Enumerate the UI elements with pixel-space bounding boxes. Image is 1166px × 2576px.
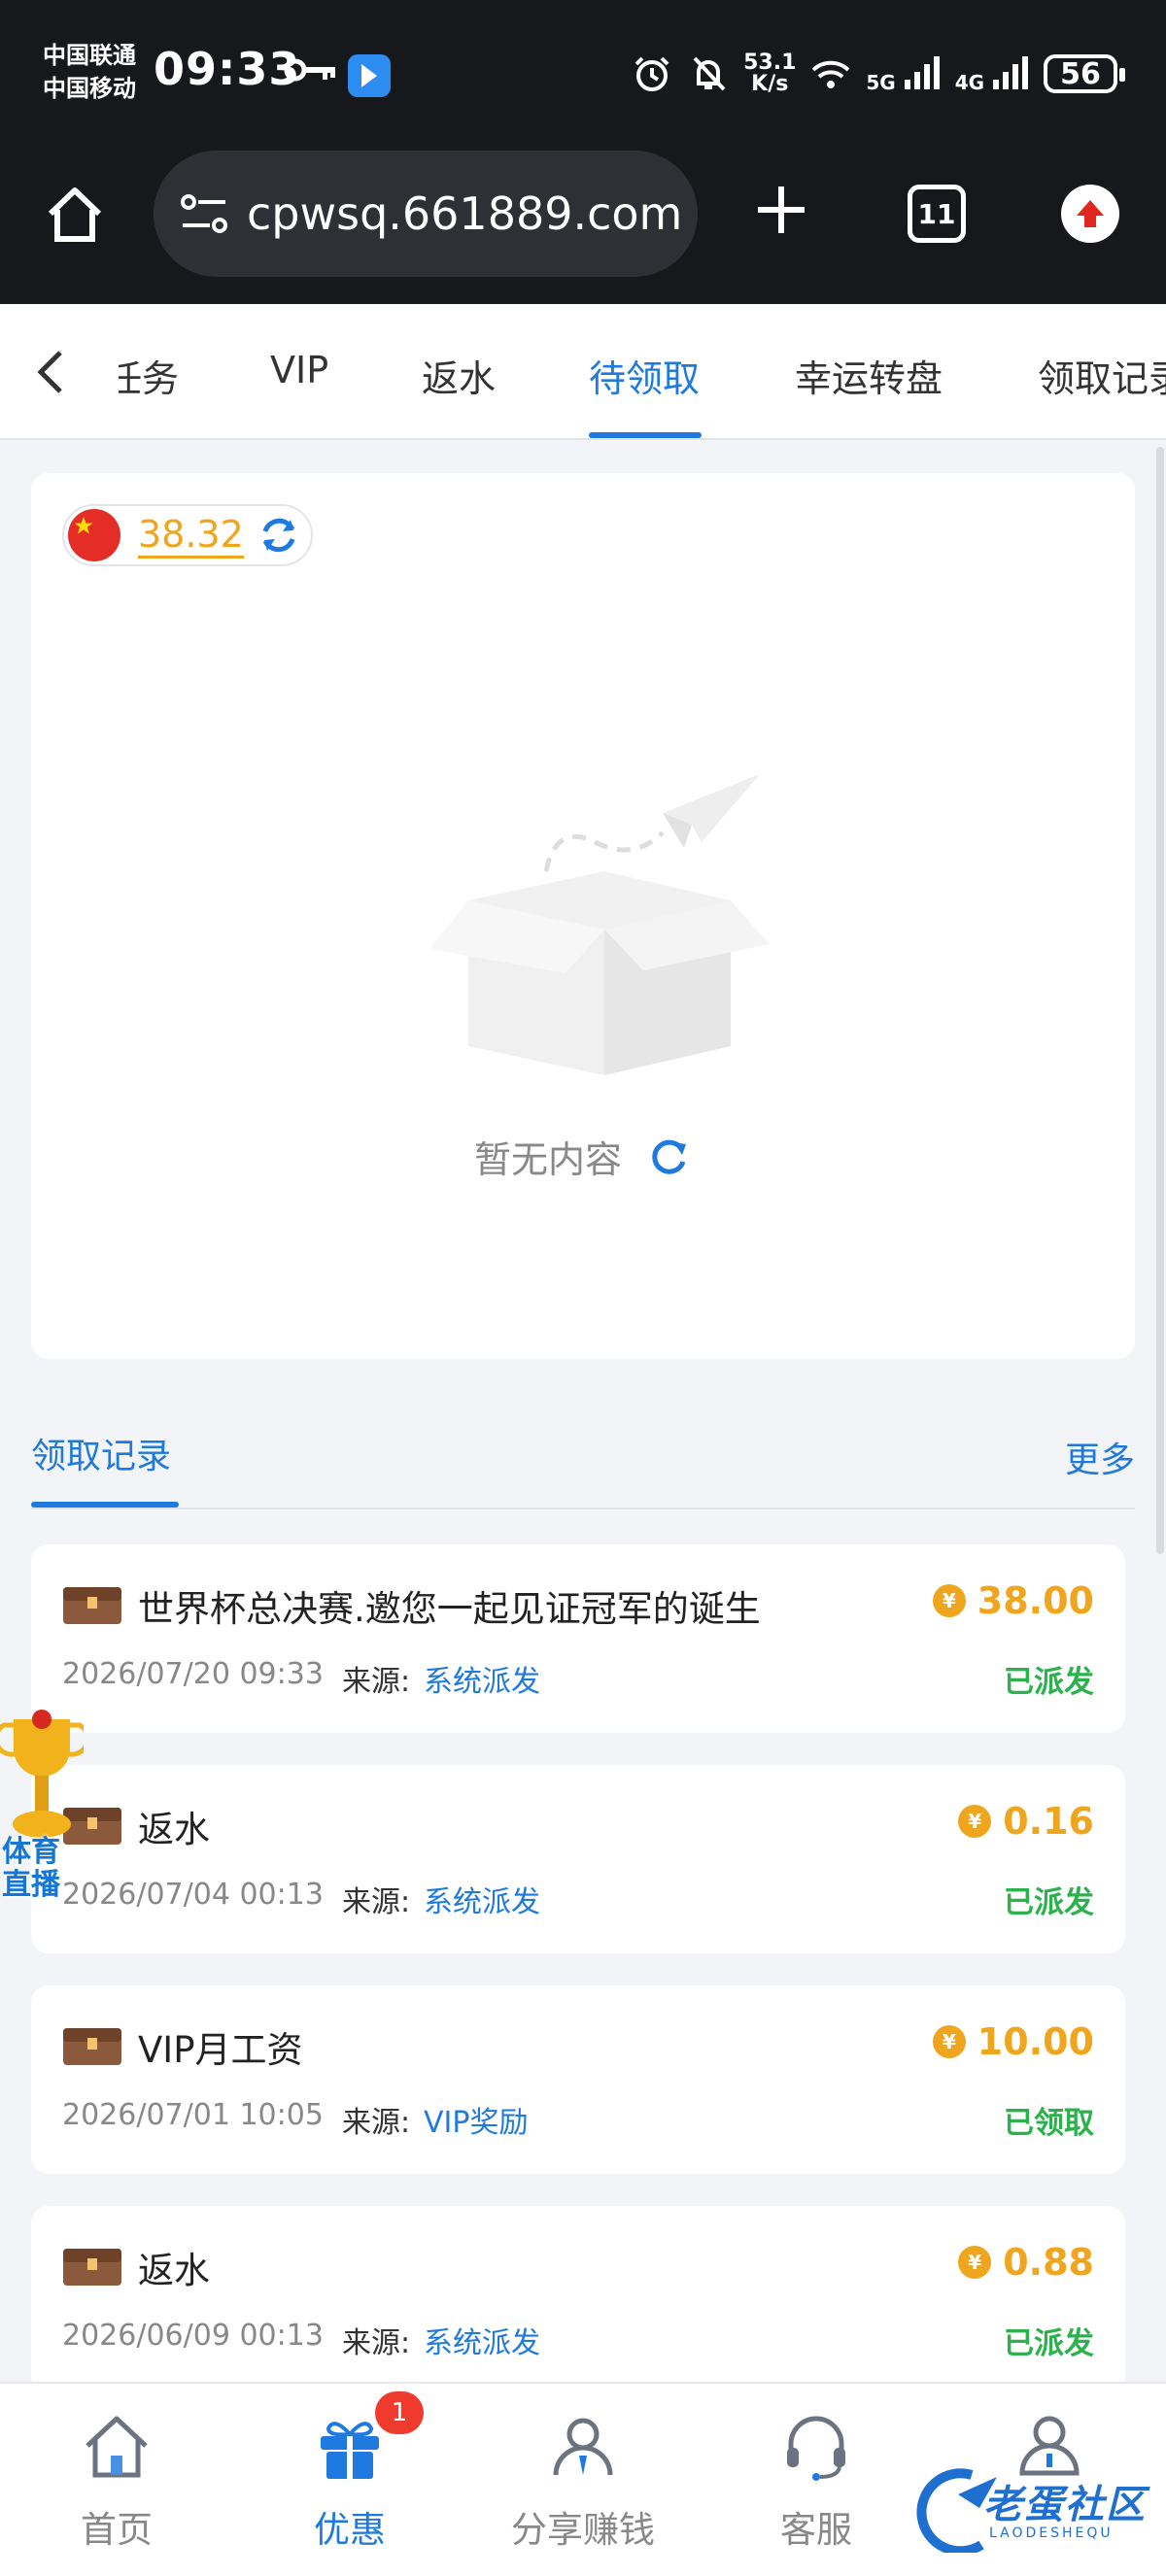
- treasure-chest-icon: [63, 1587, 121, 1624]
- source-label: 来源:: [342, 1665, 411, 1699]
- source-label: 来源:: [342, 2326, 411, 2360]
- record-title: 返水: [138, 2250, 210, 2291]
- alarm-icon: [634, 56, 669, 91]
- record-date: 2026/07/01 10:05: [62, 2098, 324, 2132]
- share-user-icon: [553, 2418, 613, 2476]
- status-icons: 53.1 K/s 5G 4G 56: [631, 47, 1125, 101]
- url-text: cpwsq.661889.com: [247, 187, 683, 240]
- record-status: 已派发: [1004, 2326, 1094, 2361]
- promo-badge: 1: [375, 2391, 424, 2434]
- record-item[interactable]: 世界杯总决赛.邀您一起见证冠军的诞生 ¥38.00 2026/07/20 09:…: [31, 1544, 1125, 1733]
- empty-box-illustration: [429, 774, 770, 1075]
- carrier-info: 中国联通 中国移动: [43, 39, 136, 105]
- balance-pill: 38.32: [62, 504, 313, 566]
- tab-rebate[interactable]: 返水: [422, 349, 496, 402]
- treasure-chest-icon: [63, 2028, 121, 2065]
- record-amount: ¥10.00: [932, 2020, 1094, 2063]
- records-tab-indicator: [31, 1502, 179, 1508]
- tab-pending[interactable]: 待领取: [589, 349, 700, 402]
- balance-value[interactable]: 38.32: [138, 513, 244, 559]
- wifi-icon: [811, 60, 850, 88]
- tab-task[interactable]: 任务: [119, 349, 179, 402]
- record-source: 系统派发: [424, 1665, 540, 1699]
- tab-switcher-button[interactable]: 11: [908, 185, 966, 243]
- refresh-icon[interactable]: [256, 512, 302, 559]
- signal-5g: 5G: [866, 54, 941, 94]
- record-title: 世界杯总决赛.邀您一起见证冠军的诞生: [138, 1588, 761, 1630]
- yuan-coin-icon: ¥: [958, 1805, 992, 1838]
- status-bar: 中国联通 中国移动 09:33 53.1 K/s 5G 4G 56: [0, 0, 1166, 146]
- signal-bars-icon: [993, 55, 1028, 89]
- watermark-subtext: LAODESHEQU: [989, 2525, 1114, 2541]
- empty-state: 暂无内容: [31, 1130, 1135, 1183]
- headset-icon: [787, 2416, 845, 2481]
- record-item[interactable]: 返水 ¥0.16 2026/07/04 00:13 来源: 系统派发 已派发: [31, 1765, 1125, 1953]
- key-icon: [284, 58, 335, 82]
- record-amount: ¥0.16: [958, 1800, 1094, 1843]
- more-link[interactable]: 更多: [1065, 1432, 1135, 1482]
- record-source: VIP奖励: [424, 2106, 529, 2140]
- carrier-2: 中国移动: [43, 75, 136, 102]
- pending-card: 38.32 暂无内容: [31, 473, 1135, 1359]
- record-title: VIP月工资: [138, 2029, 303, 2071]
- record-amount: ¥38.00: [932, 1579, 1094, 1622]
- battery-indicator: 56: [1044, 54, 1125, 93]
- records-header: 领取记录 更多: [31, 1389, 1135, 1509]
- clock: 09:33: [154, 43, 301, 95]
- source-label: 来源:: [342, 2106, 411, 2140]
- nav-customer-service[interactable]: 客服: [719, 2384, 913, 2576]
- tab-claim-records[interactable]: 领取记录: [1038, 349, 1166, 402]
- empty-text: 暂无内容: [473, 1138, 622, 1181]
- record-date: 2026/07/20 09:33: [62, 1657, 324, 1691]
- records-title[interactable]: 领取记录: [31, 1428, 171, 1478]
- record-source: 系统派发: [424, 1885, 540, 1919]
- record-date: 2026/06/09 00:13: [62, 2319, 324, 2353]
- new-tab-icon[interactable]: [750, 179, 812, 241]
- browser-home-icon[interactable]: [43, 183, 107, 247]
- signal-4g: 4G: [955, 54, 1030, 94]
- yuan-coin-icon: ¥: [932, 1584, 966, 1617]
- scrollbar[interactable]: [1156, 447, 1164, 1554]
- record-amount: ¥0.88: [958, 2241, 1094, 2284]
- tab-vip[interactable]: VIP: [270, 349, 328, 391]
- treasure-chest-icon: [63, 2249, 121, 2286]
- yuan-coin-icon: ¥: [958, 2246, 992, 2279]
- record-item[interactable]: 返水 ¥0.88 2026/06/09 00:13 来源: 系统派发 已派发: [31, 2206, 1125, 2394]
- signal-bars-icon: [904, 55, 940, 89]
- arrow-up-icon: [1077, 200, 1104, 227]
- record-status: 已领取: [1004, 2106, 1094, 2141]
- mute-bell-icon: [693, 56, 726, 91]
- active-tab-indicator: [589, 432, 702, 438]
- record-item[interactable]: VIP月工资 ¥10.00 2026/07/01 10:05 来源: VIP奖励…: [31, 1985, 1125, 2174]
- promo-tab-bar: 任务 VIP 返水 待领取 幸运转盘 领取记录: [0, 304, 1166, 440]
- update-button[interactable]: [1061, 185, 1119, 243]
- chevron-left-icon[interactable]: [29, 347, 72, 397]
- carrier-1: 中国联通: [43, 42, 136, 69]
- gift-icon: [321, 2422, 379, 2479]
- record-title: 返水: [138, 1809, 210, 1850]
- nav-home[interactable]: 首页: [19, 2384, 214, 2576]
- site-settings-icon[interactable]: [177, 190, 231, 237]
- record-source: 系统派发: [424, 2326, 540, 2360]
- sports-live-label[interactable]: 体育直播: [2, 1836, 80, 1902]
- record-date: 2026/07/04 00:13: [62, 1878, 324, 1912]
- network-speed: 53.1 K/s: [743, 51, 797, 96]
- address-bar[interactable]: cpwsq.661889.com: [154, 151, 698, 277]
- source-label: 来源:: [342, 1885, 411, 1919]
- reload-icon[interactable]: [647, 1135, 692, 1179]
- record-status: 已派发: [1004, 1665, 1094, 1700]
- tab-lucky-wheel[interactable]: 幸运转盘: [795, 349, 943, 402]
- nav-promotions[interactable]: 1 优惠: [253, 2384, 447, 2576]
- record-status: 已派发: [1004, 1885, 1094, 1920]
- china-flag-icon: [68, 509, 120, 561]
- browser-toolbar: cpwsq.661889.com 11: [0, 146, 1166, 304]
- nav-share-earn[interactable]: 分享赚钱: [486, 2384, 680, 2576]
- app-notification-icon: [348, 54, 391, 97]
- yuan-coin-icon: ¥: [932, 2025, 966, 2058]
- watermark-text: 老蛋社区: [983, 2483, 1147, 2527]
- home-icon: [86, 2416, 148, 2478]
